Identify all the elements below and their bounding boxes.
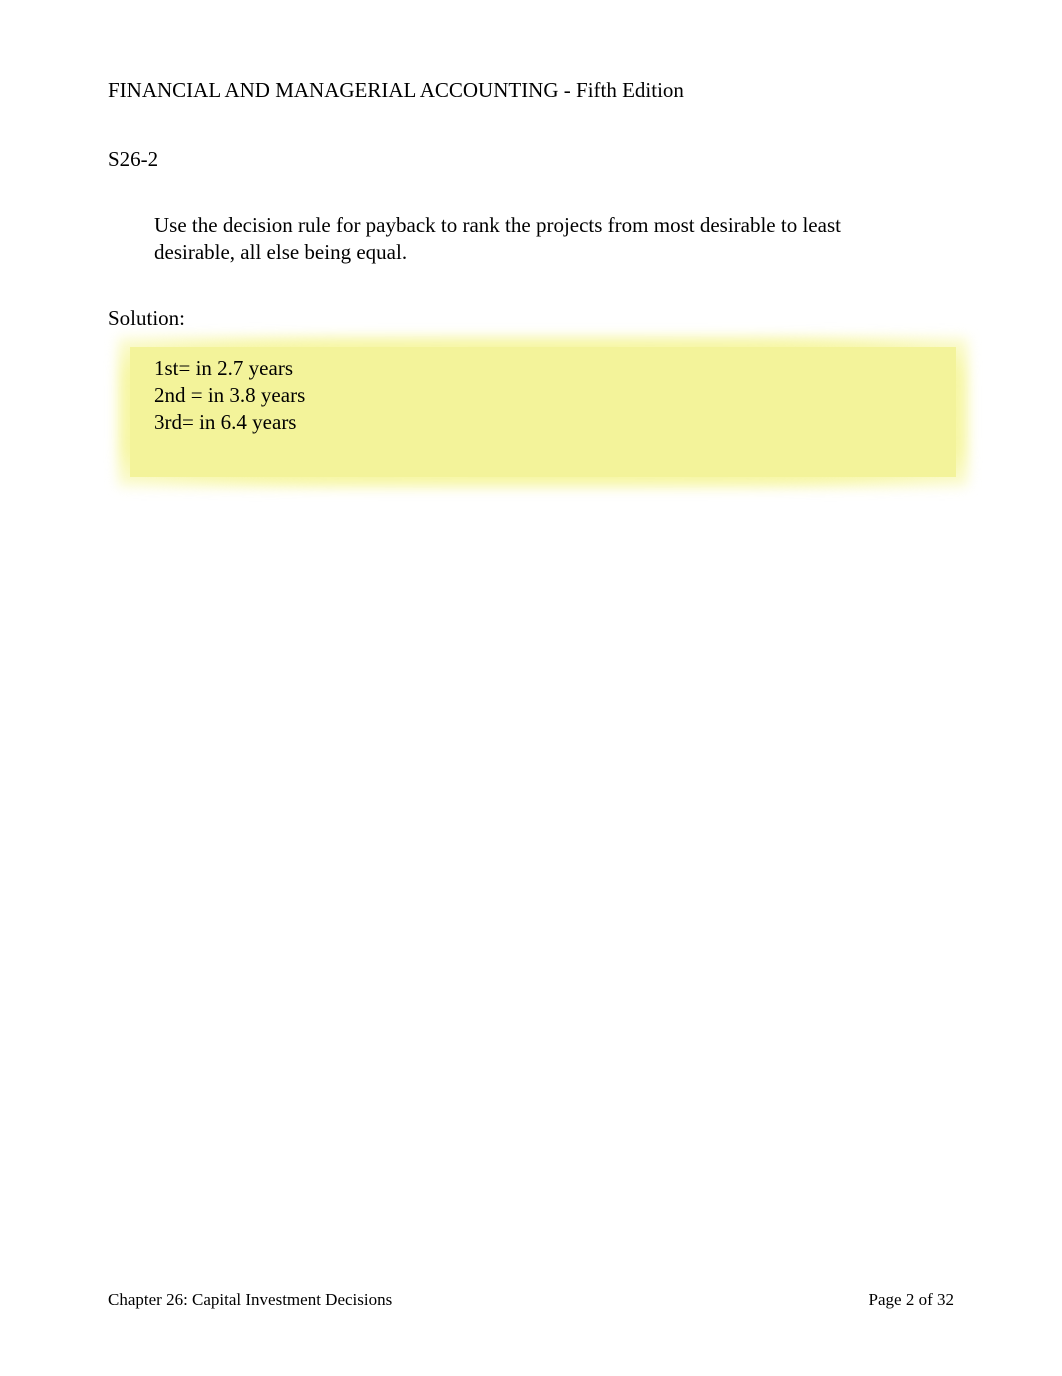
solution-line: 3rd= in 6.4 years <box>154 409 954 436</box>
solution-text: 1st= in 2.7 years 2nd = in 3.8 years 3rd… <box>132 353 954 436</box>
document-page: FINANCIAL AND MANAGERIAL ACCOUNTING - Fi… <box>0 0 1062 1376</box>
running-head: FINANCIAL AND MANAGERIAL ACCOUNTING - Fi… <box>108 78 954 103</box>
page-footer: Chapter 26: Capital Investment Decisions… <box>108 1290 954 1310</box>
footer-page-number: Page 2 of 32 <box>869 1290 954 1310</box>
solution-line: 2nd = in 3.8 years <box>154 382 954 409</box>
footer-chapter: Chapter 26: Capital Investment Decisions <box>108 1290 392 1310</box>
problem-statement: Use the decision rule for payback to ran… <box>154 212 894 266</box>
solution-line: 1st= in 2.7 years <box>154 355 954 382</box>
solution-label: Solution: <box>108 306 954 331</box>
problem-number: S26-2 <box>108 147 954 172</box>
highlighted-solution-block: 1st= in 2.7 years 2nd = in 3.8 years 3rd… <box>132 353 954 436</box>
